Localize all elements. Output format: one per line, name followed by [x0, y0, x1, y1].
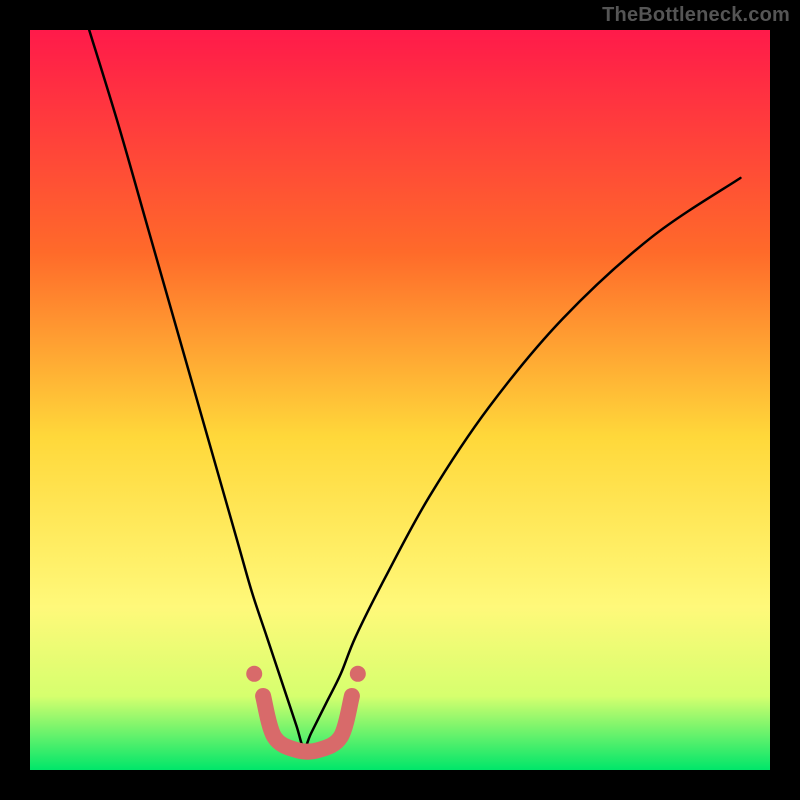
plot-area — [30, 30, 770, 770]
valley-dot-left — [246, 666, 262, 682]
watermark-text: TheBottleneck.com — [602, 4, 790, 27]
bottleneck-chart — [0, 0, 800, 800]
chart-stage: TheBottleneck.com — [0, 0, 800, 800]
valley-dot-right — [350, 666, 366, 682]
